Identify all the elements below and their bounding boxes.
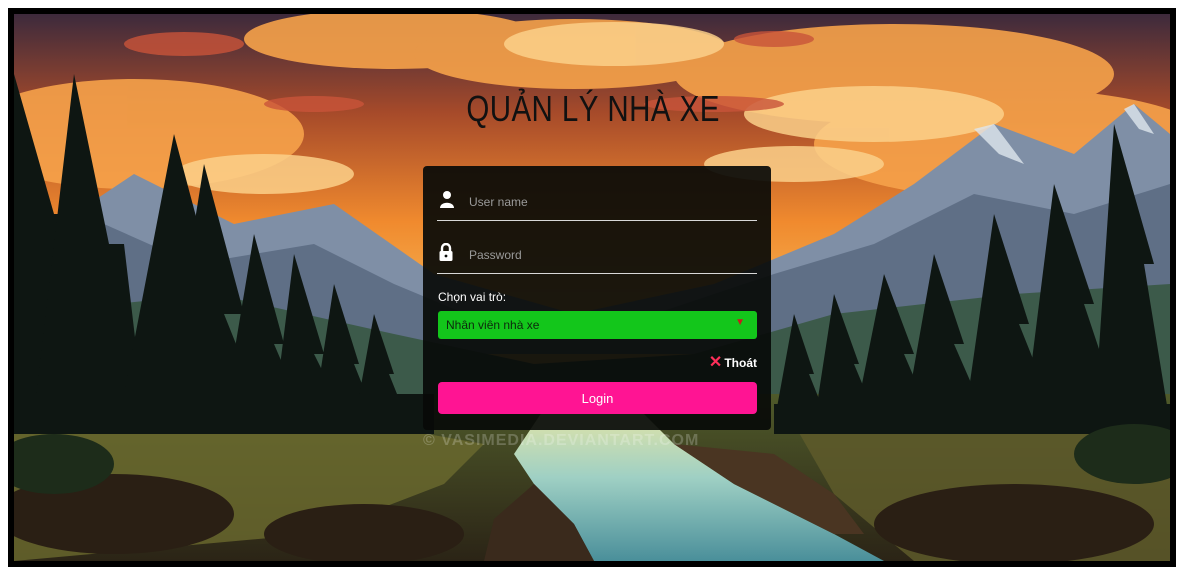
caret-down-icon: ▼ xyxy=(735,317,745,328)
exit-button[interactable]: ✕ Thoát xyxy=(708,354,757,371)
username-field xyxy=(437,176,757,221)
watermark: © VASIMEDIA.DEVIANTART.COM xyxy=(423,432,700,449)
username-input[interactable] xyxy=(469,192,749,212)
role-select[interactable]: Nhân viên nhà xe ▼ xyxy=(438,311,757,339)
page-title: QUẢN LÝ NHÀ XE xyxy=(466,88,720,129)
exit-label: Thoát xyxy=(724,356,757,370)
close-icon: ✕ xyxy=(708,354,723,371)
role-select-value: Nhân viên nhà xe xyxy=(446,318,540,332)
role-label: Chọn vai trò: xyxy=(438,290,507,304)
password-field xyxy=(437,229,757,274)
login-card: Chọn vai trò: Nhân viên nhà xe ▼ ✕ Thoát… xyxy=(423,166,771,430)
password-input[interactable] xyxy=(469,245,749,265)
login-button[interactable]: Login xyxy=(438,382,757,414)
lock-icon xyxy=(439,242,457,263)
user-icon xyxy=(439,190,457,210)
